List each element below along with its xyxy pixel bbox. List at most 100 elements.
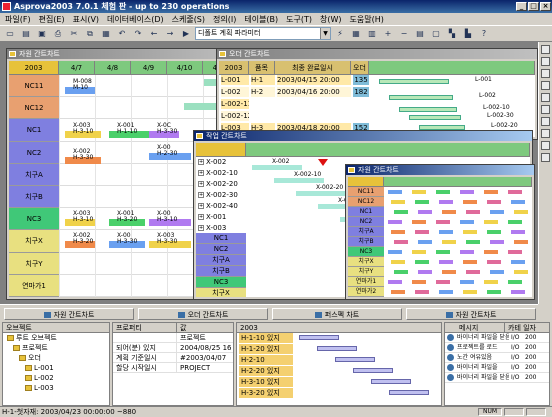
small-operation-bar[interactable] [415,200,429,204]
message-row[interactable]: 바이너리 파일을 I/O 200 [445,363,549,373]
small-operation-bar[interactable] [508,190,522,194]
small-operation-bar[interactable] [436,280,450,284]
resource-row-label[interactable]: 치구B [9,186,59,209]
small-operation-bar[interactable] [436,220,450,224]
small-operation-bar[interactable] [508,280,522,284]
tree-item[interactable]: L-003 [7,383,109,393]
tab-2[interactable]: 퍼스펙 차트 [272,308,402,320]
message-pane[interactable]: 메시지 카테 일자 바이너리 파일을 닫음 I/O 200 프로젝트를 로드 I/O 20… [444,322,550,406]
resource-gantt-small-grid[interactable]: NC11 NC12 NC1 NC2 치구A 치구B NC3 치구X 치구Y 연마가1 연마가2 [348,177,532,297]
tree-item[interactable]: 루트 오브젝트 [7,333,109,343]
small-operation-bar[interactable] [442,240,456,244]
small-operation-bar[interactable] [463,260,477,264]
tile-icon[interactable]: ▚ [445,27,459,40]
tool-icon[interactable] [541,129,550,138]
small-resource-label[interactable]: NC3 [348,247,384,257]
object-tree-pane[interactable]: 오브젝트 루트 오브젝트 프로젝트 오더 L-001 L-002 L-003 [2,322,110,406]
schedule-icon[interactable]: ▶ [179,27,193,40]
work-resource-label[interactable]: 치구X [196,288,246,297]
resource-gantt-small-titlebar[interactable]: 자원 간트차트 [346,165,534,175]
small-operation-bar[interactable] [460,280,474,284]
expand-icon[interactable]: + [198,214,204,220]
order-list[interactable]: H-1-10 있지 H-1-20 있지 H-2-10 H-2-20 있지 H-3-10 … [237,333,441,405]
small-operation-bar[interactable] [514,210,528,214]
expand-icon[interactable]: + [198,159,204,165]
tool-icon[interactable] [541,117,550,126]
order-gantt-window[interactable]: 오더 간트차트 2003품목최종 완료일시오더 수량L-001H-12003/0… [216,48,538,140]
resource-gantt-small-window[interactable]: 자원 간트차트 NC11 NC12 NC1 NC2 치구A 치구B NC3 치구X 치구Y 연마가… [345,164,535,300]
property-row[interactable]: 되어(분) 있지 2004/08/25 16 [113,343,233,353]
small-operation-bar[interactable] [490,270,504,274]
maximize-button[interactable]: □ [528,2,539,11]
small-operation-bar[interactable] [415,230,429,234]
menu-item[interactable]: 스케줄(S) [169,14,208,25]
order-panel-row[interactable]: H-3-20 있지 [239,388,293,398]
zoom-out-icon[interactable]: − [397,27,411,40]
order-list-pane[interactable]: 2003 H-1-10 있지 H-1-20 있지 H-2-10 H-2-20 있지 H-… [236,322,442,406]
resource-row-label[interactable]: NC12 [9,97,59,120]
small-operation-bar[interactable] [466,210,480,214]
menu-item[interactable]: 테이블(B) [241,14,281,25]
resource-row-label[interactable]: NC2 [9,141,59,164]
back-icon[interactable]: ← [147,27,161,40]
tool-icon[interactable] [541,93,550,102]
property-row[interactable]: 할당 시작일시 PROJECT [113,363,233,373]
work-row[interactable]: X-003 [198,223,244,233]
tool-icon[interactable] [541,69,550,78]
small-resource-label[interactable]: 치구B [348,237,384,247]
small-operation-bar[interactable] [466,270,480,274]
small-operation-bar[interactable] [442,210,456,214]
tool-icon[interactable] [541,141,550,150]
chevron-down-icon[interactable]: ▼ [320,28,330,39]
resource-gantt-titlebar[interactable]: 자원 간트차트 [7,49,243,59]
open-icon[interactable]: ▤ [19,27,33,40]
property-pane[interactable]: 프로퍼티 값 프로젝트 되어(분) 있지 2004/08/25 16 계획 기준일시 #… [112,322,234,406]
work-resource-label[interactable]: NC1 [196,233,246,244]
order-panel-bar[interactable] [335,357,375,362]
expand-icon[interactable]: + [198,225,204,231]
order-id[interactable]: L-002 [221,87,249,97]
expand-icon[interactable]: + [198,181,204,187]
small-operation-bar[interactable] [484,220,498,224]
small-operation-bar[interactable] [439,290,453,294]
minimize-button[interactable]: _ [516,2,527,11]
tab-3[interactable]: 자원 간트차트 [406,308,536,320]
menu-item[interactable]: 도움말(H) [347,14,387,25]
small-operation-bar[interactable] [415,290,429,294]
work-resource-label[interactable]: NC2 [196,244,246,255]
menu-item[interactable]: 표시(V) [70,14,102,25]
order-panel-row[interactable]: H-3-10 있지 [239,377,293,387]
small-operation-bar[interactable] [460,250,474,254]
tool-icon[interactable] [541,57,550,66]
tree-item[interactable]: L-001 [7,363,109,373]
small-operation-bar[interactable] [388,220,402,224]
small-operation-bar[interactable] [391,290,405,294]
order-panel-bar[interactable] [389,390,429,395]
work-resource-label[interactable]: 치구A [196,255,246,266]
window-icon[interactable]: ▢ [429,27,443,40]
small-operation-bar[interactable] [391,260,405,264]
copy-icon[interactable]: ⧉ [83,27,97,40]
work-gantt-titlebar[interactable]: 작업 간트차트 [194,131,532,141]
small-operation-bar[interactable] [514,270,528,274]
small-operation-bar[interactable] [439,230,453,234]
order-bar[interactable] [409,115,461,120]
expand-icon[interactable]: + [198,170,204,176]
message-row[interactable]: 노간 여유있음 I/O 200 [445,353,549,363]
close-button[interactable]: × [540,2,551,11]
order-panel-bar[interactable] [317,346,357,351]
work-bar[interactable] [252,165,302,170]
resource-row-label[interactable]: NC1 [9,119,59,142]
object-tree[interactable]: 루트 오브젝트 프로젝트 오더 L-001 L-002 L-003 [3,333,109,393]
small-operation-bar[interactable] [514,240,528,244]
small-resource-label[interactable]: 연마가1 [348,277,384,287]
small-operation-bar[interactable] [511,200,525,204]
order-id[interactable]: L-002-11 [221,99,249,109]
small-resource-label[interactable]: NC1 [348,207,384,217]
work-row[interactable]: X-002-40 [198,201,244,211]
small-operation-bar[interactable] [463,230,477,234]
resource-row-label[interactable]: 치구X [9,230,59,253]
expand-icon[interactable]: + [198,192,204,198]
small-operation-bar[interactable] [463,200,477,204]
message-row[interactable]: 바이너리 파일을 닫음 I/O 200 [445,333,549,343]
